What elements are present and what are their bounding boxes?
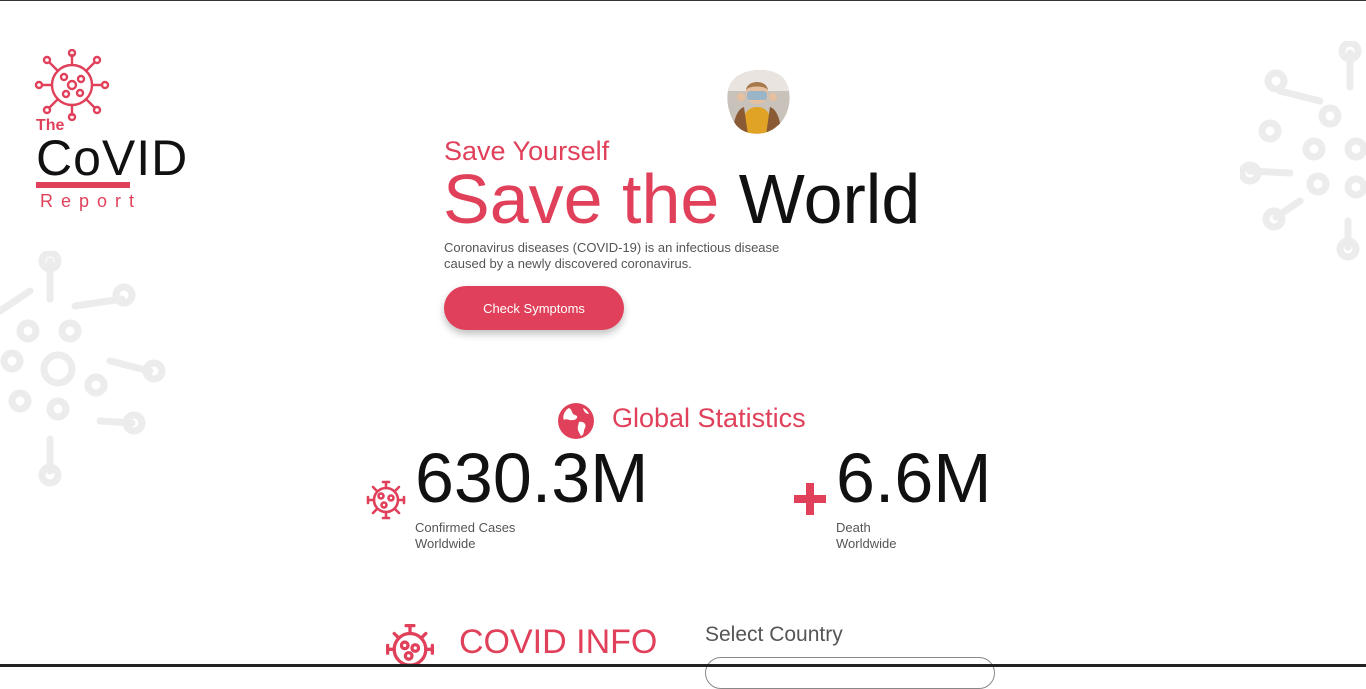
death-label-line1: Death	[836, 520, 871, 535]
hero-title: Save the World	[443, 159, 920, 239]
virus-icon	[366, 480, 406, 520]
logo-virus-icon	[34, 49, 110, 121]
hero-title-part2: World	[738, 160, 921, 238]
logo-underline	[36, 182, 130, 188]
death-value: 6.6M	[836, 439, 992, 517]
virus-decor-right-icon	[1240, 41, 1366, 261]
confirmed-cases-label-line1: Confirmed Cases	[415, 520, 516, 535]
virus-decor-left-icon	[0, 251, 166, 487]
confirmed-cases-value: 630.3M	[415, 439, 649, 517]
hero-description: Coronavirus diseases (COVID-19) is an in…	[444, 240, 780, 271]
covid-info-title: COVID INFO	[459, 623, 658, 661]
logo-subtitle: Report	[40, 191, 143, 211]
cross-icon	[794, 483, 826, 515]
select-country-label: Select Country	[705, 623, 843, 646]
confirmed-cases-label: Confirmed Cases Worldwide	[415, 520, 515, 552]
check-symptoms-button[interactable]: Check Symptoms	[444, 286, 624, 330]
death-label: Death Worldwide	[836, 520, 896, 552]
logo-title: CoVID	[36, 130, 189, 186]
death-label-line2: Worldwide	[836, 536, 897, 551]
hero-title-part1: Save the	[443, 160, 720, 238]
country-select[interactable]	[705, 657, 995, 689]
global-statistics-title: Global Statistics	[612, 403, 806, 433]
confirmed-cases-label-line2: Worldwide	[415, 536, 476, 551]
person-with-mask-image	[727, 70, 790, 134]
globe-icon	[558, 403, 594, 439]
